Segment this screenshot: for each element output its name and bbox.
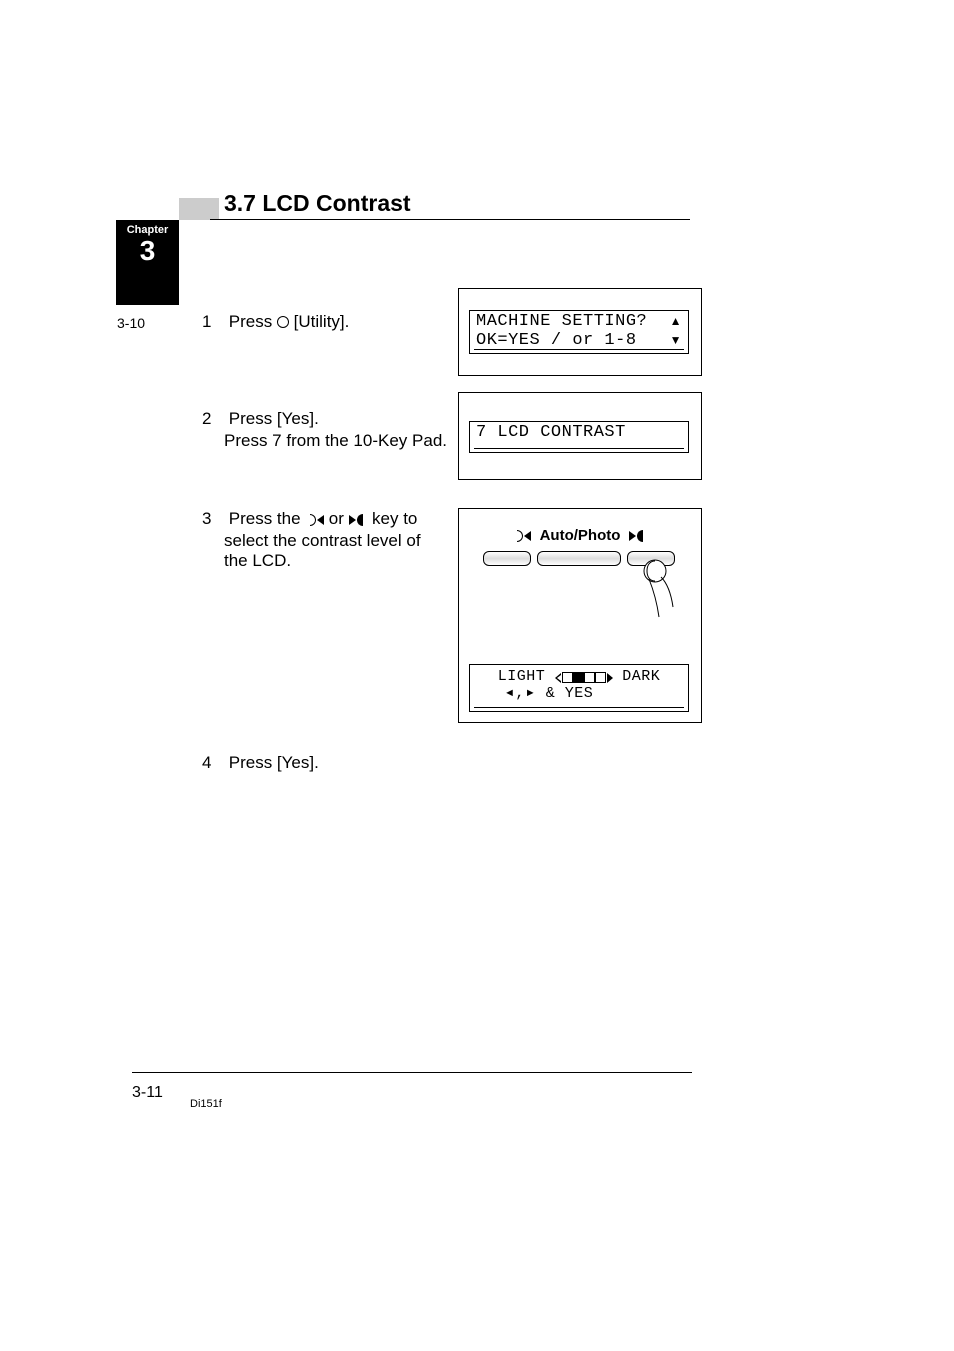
step-3-line2: select the contrast level of the LCD. [224, 531, 444, 571]
left-triangle-icon [317, 515, 324, 525]
keys-label-text: Auto/Photo [540, 527, 621, 544]
right-triangle-icon [349, 515, 356, 525]
bar-right-arrow-icon [607, 673, 613, 683]
circle-icon [277, 316, 289, 328]
right-half-icon [357, 514, 363, 526]
lcd-panel-3: Auto/Photo LIGHT DARK [458, 508, 702, 723]
section-tag [179, 198, 219, 220]
section-heading: 3.7 LCD Contrast [224, 190, 411, 217]
footer-page-number: 3-11 [132, 1084, 163, 1102]
lcd-3: LIGHT DARK ◄,► & YES [469, 664, 689, 712]
key-left-half-icon [517, 530, 523, 542]
key-right-half-icon [637, 530, 643, 542]
section-rule [210, 219, 690, 220]
arrow-up-icon: ▲ [670, 315, 682, 328]
bar-cell-4 [595, 672, 606, 683]
bar-left-arrow-icon [555, 673, 561, 683]
step-3-line1mid: or [329, 509, 349, 528]
step-3-num: 3 [202, 508, 224, 530]
press-finger-icon [637, 559, 681, 619]
lcd-panel-2: 7 LCD CONTRAST [458, 392, 702, 480]
lcd-3-inner-rule [474, 707, 684, 708]
keys-label: Auto/Photo [459, 527, 701, 544]
lcd-2-line1: 7 LCD CONTRAST [476, 424, 684, 443]
chapter-label: Chapter 3 [120, 224, 175, 265]
step-4: 4 Press [Yes]. [202, 752, 319, 774]
step-4-text: Press [Yes]. [229, 753, 319, 772]
footer-rule [132, 1072, 692, 1073]
chapter-number: 3 [140, 235, 156, 266]
left-key[interactable] [483, 551, 531, 566]
row2-left-tri-icon: ◄ [504, 687, 515, 699]
lcd-3-row2: ◄,► & YES [470, 685, 688, 702]
key-left-tri-icon [524, 531, 531, 541]
step-3-line1a: Press the [229, 509, 301, 528]
lcd-3-row2-text: & YES [536, 685, 593, 702]
lcd-panel-1: MACHINE SETTING? OK=YES / or 1-8 ▲ ▼ [458, 288, 702, 376]
row2-right-tri-icon: ► [525, 687, 536, 699]
center-key[interactable] [537, 551, 621, 566]
page: Chapter 3 3.7 LCD Contrast 3-10 1 Press … [0, 0, 954, 1351]
step-4-num: 4 [202, 752, 224, 774]
step-1: 1 Press [Utility]. [202, 311, 349, 333]
lcd-3-row1: LIGHT DARK [470, 668, 688, 685]
lcd-3-light: LIGHT [498, 668, 546, 685]
footer-doc-id: Di151f [190, 1098, 222, 1110]
step-3-line1end: key to [372, 509, 417, 528]
step-1-text-b: [Utility]. [294, 312, 350, 331]
bar-cell-1 [562, 672, 573, 683]
lcd-2: 7 LCD CONTRAST [469, 421, 689, 453]
step-1-text-a: Press [229, 312, 277, 331]
arrow-down-icon: ▼ [670, 334, 682, 347]
step-1-num: 1 [202, 311, 224, 333]
step-2-line1: Press [Yes]. [229, 409, 319, 428]
step-2-line2: Press 7 from the 10-Key Pad. [224, 431, 447, 451]
lcd-3-dark: DARK [622, 668, 660, 685]
side-page-ref: 3-10 [117, 315, 145, 331]
lcd-1-line2: OK=YES / or 1-8 [476, 332, 684, 351]
lcd-1-line1: MACHINE SETTING? [476, 313, 684, 332]
key-right-tri-icon [629, 531, 636, 541]
left-half-icon [310, 514, 316, 526]
bar-cell-3 [584, 672, 595, 683]
lcd-1-inner-rule [474, 349, 684, 350]
lcd-2-inner-rule [474, 448, 684, 449]
step-2: 2 Press [Yes]. [202, 408, 319, 430]
step-3: 3 Press the or key to [202, 508, 417, 530]
contrast-bar [555, 670, 613, 684]
bar-cell-2 [573, 672, 584, 683]
physical-keys: Auto/Photo [459, 509, 701, 629]
lcd-1: MACHINE SETTING? OK=YES / or 1-8 ▲ ▼ [469, 310, 689, 354]
step-2-num: 2 [202, 408, 224, 430]
